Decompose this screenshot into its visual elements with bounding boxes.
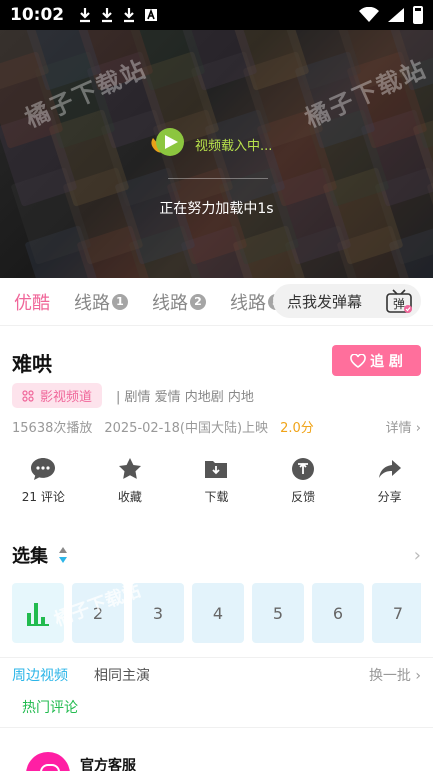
customer-service-avatar[interactable] [26,752,70,771]
refresh-button[interactable]: 换一批 › [369,665,421,685]
loading-line [168,178,268,179]
chevron-right-icon: › [415,421,421,436]
source-tabs: 优酷 线路1 线路2 线路3 点我发弹幕 弹 [0,278,433,326]
feedback-button[interactable]: 反馈 [260,456,347,512]
status-bar: 10:02 [0,0,433,30]
divider [0,657,433,658]
play-count: 15638次播放 [12,421,93,436]
loading-indicator: 视频载入中... [145,122,272,166]
wifi-icon [359,7,379,22]
action-bar: 21 评论 收藏 下载 反馈 分享 [0,456,433,512]
tab-youku[interactable]: 优酷 [14,289,50,315]
route-number: 1 [112,293,128,310]
share-icon [378,460,401,478]
download-notification-icon [124,8,135,23]
release-date: 2025-02-18(中国大陆)上映 [104,421,269,436]
sort-icon[interactable] [58,546,68,564]
episode-item[interactable]: 4 [192,583,244,643]
share-button[interactable]: 分享 [346,456,433,512]
channel-badge[interactable]: 影视频道 [12,383,103,408]
tab-same-cast[interactable]: 相同主演 [94,665,150,685]
download-notification-icon [80,8,91,23]
danmaku-toggle-icon[interactable]: 弹 [385,288,413,314]
feedback-icon [292,458,315,480]
app-notification-icon [145,8,158,21]
player-logo-icon [151,128,184,156]
favorite-button[interactable]: 收藏 [87,456,174,512]
chevron-right-icon[interactable]: › [414,545,421,566]
route-number: 2 [190,293,206,310]
danmaku-icon-char: 弹 [393,297,405,311]
comment-icon [31,458,56,480]
episode-item[interactable]: 5 [252,583,304,643]
danmaku-input-button[interactable]: 点我发弹幕 弹 [273,284,421,318]
channel-label: 影视频道 [40,390,93,405]
episodes-header: 选集 › [12,542,421,568]
status-time: 10:02 [10,5,65,25]
score: 2.0分 [280,421,314,436]
divider [0,727,433,728]
tab-route-2[interactable]: 线路 2 [152,289,206,315]
chevron-right-icon: › [415,668,421,684]
show-meta: 15638次播放 2025-02-18(中国大陆)上映 2.0分 详情 › [12,417,421,436]
genre-tags: | 剧情 爱情 内地剧 内地 [116,390,254,405]
tab-route-1[interactable]: 线路 1 [74,289,128,315]
tab-related-videos[interactable]: 周边视频 [12,665,68,685]
battery-icon [413,6,423,24]
video-player[interactable]: 橘子下载站 橘子下载站 视频载入中... 正在努力加载中1s [0,30,433,278]
episode-item[interactable]: 7 [372,583,421,643]
star-icon [118,458,141,479]
related-tabs: 周边视频 相同主演 换一批 › [12,665,421,685]
episodes-label: 选集 [12,546,48,567]
heart-icon [350,353,366,368]
notification-icons [78,7,158,23]
download-button[interactable]: 下载 [173,456,260,512]
hot-comments-label[interactable]: 热门评论 [22,697,78,717]
danmaku-label: 点我发弹幕 [287,292,363,311]
loading-label: 视频载入中... [195,138,273,154]
follow-button[interactable]: 追 剧 [332,345,421,376]
follow-label: 追 剧 [370,353,403,370]
grid-icon [22,389,34,402]
download-icon [205,461,228,478]
playing-icon [27,603,49,626]
detail-link[interactable]: 详情 › [386,417,421,436]
loading-status: 正在努力加载中1s [159,201,274,217]
comment-button[interactable]: 21 评论 [0,456,87,512]
customer-service-label[interactable]: 官方客服 [80,755,136,771]
episode-item[interactable]: 6 [312,583,364,643]
signal-icon [388,8,404,22]
show-title: 难哄 [12,352,52,376]
episode-list: 2 3 4 5 6 7 橘子下载站 [12,583,421,643]
download-notification-icon [102,8,113,23]
